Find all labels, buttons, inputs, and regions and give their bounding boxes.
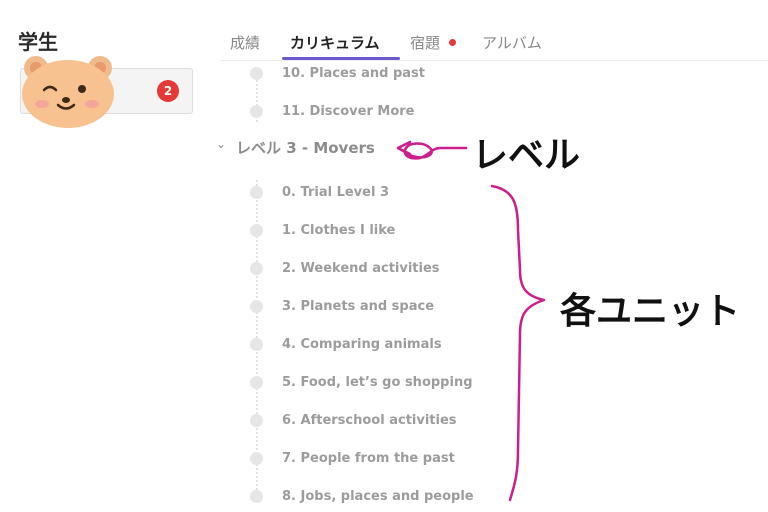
unit-label: 2. Weekend activities [282,261,440,276]
status-dot-icon [250,338,263,351]
annotation-level-label: レベル [472,135,581,176]
tab-homework[interactable]: 宿題 [410,32,440,53]
active-tab-indicator [282,57,400,60]
status-dot-icon [250,300,263,313]
unit-label: 10. Places and past [282,66,425,81]
tab-bar: 成績 カリキュラム 宿題 アルバム [220,24,768,61]
bear-avatar-icon[interactable] [18,50,118,130]
status-dot-icon [250,105,263,118]
status-dot-icon [250,490,263,503]
status-dot-icon [250,452,263,465]
unit-label: 11. Discover More [282,104,415,119]
status-dot-icon [250,67,263,80]
tab-grades[interactable]: 成績 [230,32,260,53]
unit-label: 3. Planets and space [282,299,435,314]
status-dot-icon [250,224,263,237]
unit-label: 4. Comparing animals [282,337,442,352]
notification-badge: 2 [157,80,179,102]
status-dot-icon [250,186,263,199]
annotation-brace-icon [490,184,546,502]
unit-label: 8. Jobs, places and people [282,489,474,504]
status-dot-icon [250,414,263,427]
tab-curriculum[interactable]: カリキュラム [290,32,380,53]
unit-label: 6. Afterschool activities [282,413,457,428]
unit-label: 7. People from the past [282,451,455,466]
annotation-arrow-icon [396,140,468,160]
homework-alert-dot [449,39,456,46]
status-dot-icon [250,262,263,275]
status-dot-icon [250,376,263,389]
tab-album[interactable]: アルバム [482,32,542,53]
level-title: レベル 3 - Movers [236,139,375,157]
unit-label: 5. Food, let’s go shopping [282,375,473,390]
unit-label: 0. Trial Level 3 [282,185,389,200]
annotation-units-label: 各ユニット [560,291,741,332]
unit-label: 1. Clothes I like [282,223,396,238]
chevron-down-icon[interactable]: ⌄ [216,137,226,151]
